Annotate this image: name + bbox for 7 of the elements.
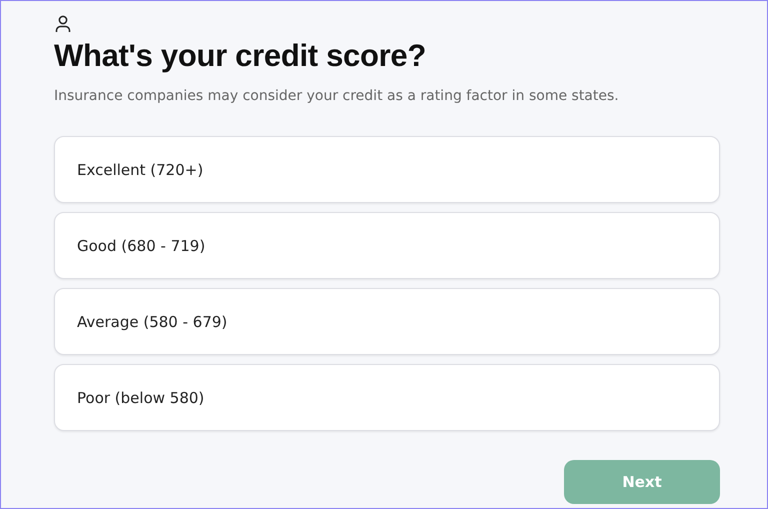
- answer-option[interactable]: Excellent (720+): [54, 136, 720, 203]
- person-icon: [54, 15, 72, 33]
- answer-option[interactable]: Poor (below 580): [54, 364, 720, 431]
- answer-option[interactable]: Good (680 - 719): [54, 212, 720, 279]
- answer-option[interactable]: Average (580 - 679): [54, 288, 720, 355]
- subtitle-text: Insurance companies may consider your credit as a rating factor in some states.: [54, 87, 620, 106]
- page-title: What's your credit score?: [54, 37, 427, 75]
